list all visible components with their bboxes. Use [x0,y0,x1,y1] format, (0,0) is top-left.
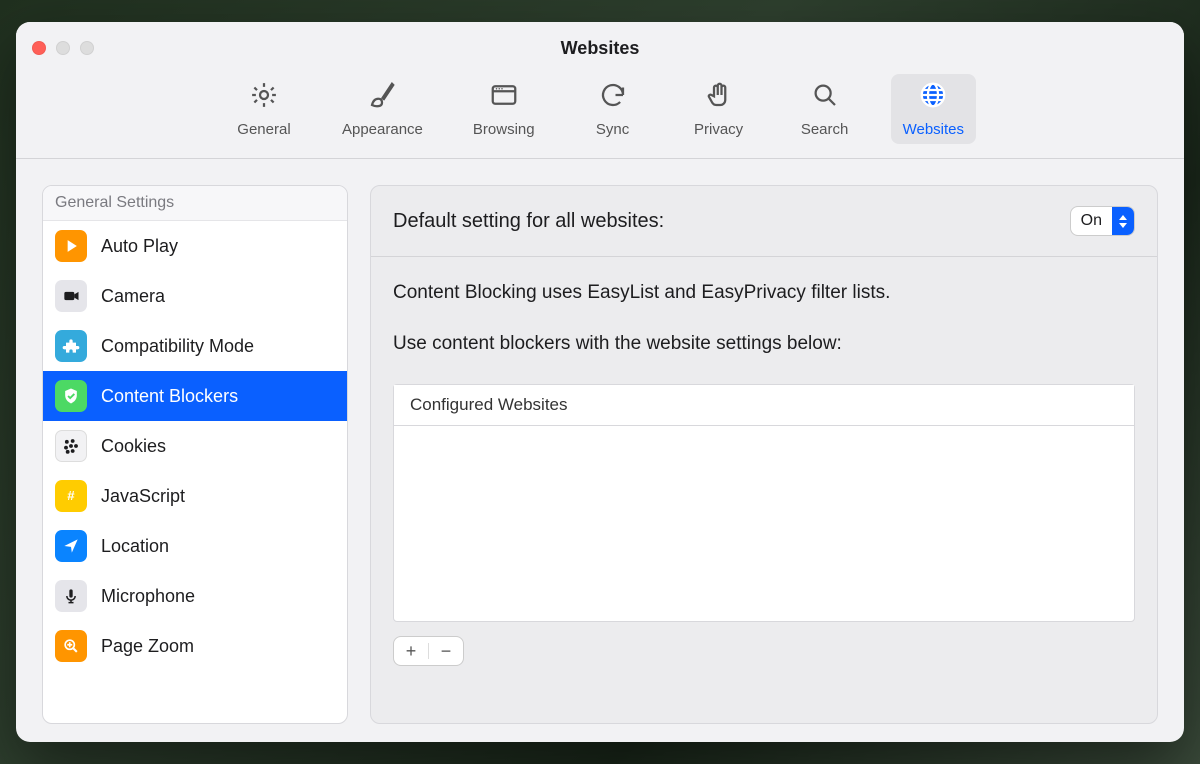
add-remove-stepper: + − [393,636,464,666]
preferences-window: Websites General Appearance Browsing Syn… [16,22,1184,742]
tab-browsing[interactable]: Browsing [461,74,547,144]
table-footer: + − [393,636,1135,666]
tab-label: Browsing [473,121,535,138]
paintbrush-icon [367,80,397,115]
description-block: Content Blocking uses EasyList and EasyP… [371,257,1157,380]
camera-icon [55,280,87,312]
configured-websites-table[interactable]: Configured Websites [393,384,1135,622]
sidebar-item-label: Compatibility Mode [101,336,254,357]
tab-label: Search [801,121,849,138]
tab-general[interactable]: General [224,74,304,144]
sidebar-item-pagezoom[interactable]: Page Zoom [43,621,347,671]
default-setting-row: Default setting for all websites: On [371,186,1157,257]
shield-icon [55,380,87,412]
tab-websites[interactable]: Websites [891,74,976,144]
main-panel: Default setting for all websites: On Con… [370,185,1158,724]
window-icon [489,80,519,115]
sidebar-item-javascript[interactable]: # JavaScript [43,471,347,521]
puzzle-icon [55,330,87,362]
cookies-icon [55,430,87,462]
tab-privacy[interactable]: Privacy [679,74,759,144]
add-website-button[interactable]: + [394,637,428,665]
sidebar-item-autoplay[interactable]: Auto Play [43,221,347,271]
sidebar-item-label: Auto Play [101,236,178,257]
settings-sidebar: General Settings Auto Play Camera Compat… [42,185,348,724]
content-area: General Settings Auto Play Camera Compat… [16,159,1184,742]
sidebar-header: General Settings [43,186,347,221]
titlebar: Websites [16,22,1184,74]
sidebar-item-compatibility[interactable]: Compatibility Mode [43,321,347,371]
window-title: Websites [16,38,1184,59]
tab-label: Appearance [342,121,423,138]
default-setting-select[interactable]: On [1070,206,1135,236]
globe-icon [918,80,948,115]
sidebar-item-label: Cookies [101,436,166,457]
sync-icon [598,80,628,115]
preferences-toolbar: General Appearance Browsing Sync Privacy [16,74,1184,159]
search-icon [810,80,840,115]
table-header: Configured Websites [394,385,1134,426]
sidebar-item-location[interactable]: Location [43,521,347,571]
sidebar-item-microphone[interactable]: Microphone [43,571,347,621]
description-line-2: Use content blockers with the website se… [393,330,1135,359]
tab-label: Websites [903,121,964,138]
sidebar-item-label: Location [101,536,169,557]
remove-website-button[interactable]: − [429,637,463,665]
tab-label: General [237,121,290,138]
play-icon [55,230,87,262]
hand-icon [704,80,734,115]
tab-label: Sync [596,121,629,138]
sidebar-item-label: Microphone [101,586,195,607]
select-value: On [1071,212,1112,230]
sidebar-item-label: Page Zoom [101,636,194,657]
default-setting-label: Default setting for all websites: [393,210,664,233]
location-icon [55,530,87,562]
microphone-icon [55,580,87,612]
sidebar-item-label: JavaScript [101,486,185,507]
svg-text:#: # [67,488,75,503]
sidebar-item-content-blockers[interactable]: Content Blockers [43,371,347,421]
sidebar-item-label: Camera [101,286,165,307]
description-line-1: Content Blocking uses EasyList and EasyP… [393,279,1135,308]
chevron-updown-icon [1112,207,1134,235]
gear-icon [249,80,279,115]
hash-icon: # [55,480,87,512]
sidebar-item-camera[interactable]: Camera [43,271,347,321]
sidebar-item-label: Content Blockers [101,386,238,407]
zoom-icon [55,630,87,662]
tab-appearance[interactable]: Appearance [330,74,435,144]
tab-label: Privacy [694,121,743,138]
sidebar-item-cookies[interactable]: Cookies [43,421,347,471]
tab-search[interactable]: Search [785,74,865,144]
tab-sync[interactable]: Sync [573,74,653,144]
